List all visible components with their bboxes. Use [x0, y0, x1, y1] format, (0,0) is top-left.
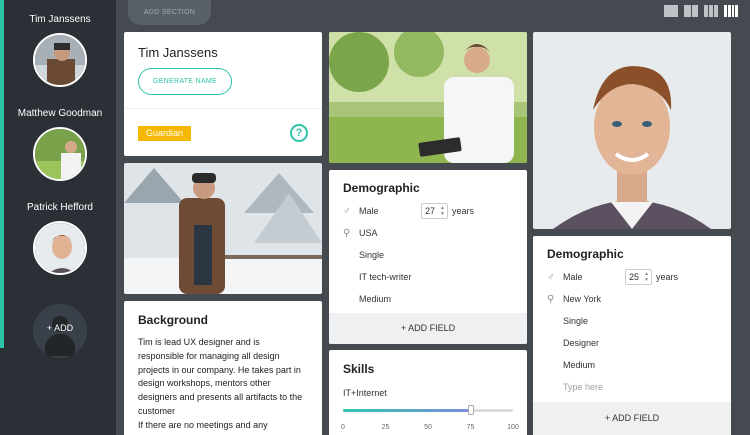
demographic-card: Demographic ♂ Male 27 ▲ ▼ years ⚲ USA Single…	[329, 170, 527, 344]
skills-card: Skills IT+Internet 0 25 50 75 100	[329, 350, 527, 435]
new-field-input[interactable]: Type here	[547, 377, 603, 397]
add-field-button[interactable]: + ADD FIELD	[329, 313, 527, 344]
occupation-field[interactable]: IT tech-writer	[343, 267, 411, 287]
skill-tick-label: 75	[466, 424, 475, 431]
layout-2-columns-icon[interactable]	[684, 5, 698, 17]
skill-tick-label: 25	[381, 424, 390, 431]
gender-field[interactable]: ♂ Male	[343, 201, 379, 221]
male-icon: ♂	[343, 205, 351, 217]
section-title: Background	[138, 313, 209, 327]
avatar[interactable]	[33, 33, 87, 87]
profile-card: Tim Janssens GENERATE NAME Guardian ?	[124, 32, 322, 156]
level-field[interactable]: Medium	[547, 355, 595, 375]
skill-slider-thumb[interactable]	[467, 405, 474, 415]
layout-3-columns-icon[interactable]	[704, 5, 718, 17]
add-field-button[interactable]: + ADD FIELD	[533, 402, 731, 435]
persona-name: Matthew Goodman	[17, 108, 103, 119]
skill-slider[interactable]	[343, 405, 513, 415]
divider	[124, 108, 322, 109]
age-stepper[interactable]: 25 ▲ ▼	[625, 269, 652, 285]
background-text[interactable]: Tim is lead UX designer and is responsib…	[138, 336, 308, 433]
persona-name: Patrick Hefford	[27, 202, 93, 213]
location-field[interactable]: ⚲ USA	[343, 223, 378, 243]
add-section-button[interactable]: ADD SECTION	[128, 0, 211, 25]
gender-field[interactable]: ♂ Male	[547, 267, 583, 287]
layout-4-columns-icon[interactable]	[724, 5, 738, 17]
skill-tick-label: 0	[341, 424, 345, 431]
layout-1-column-icon[interactable]	[664, 5, 678, 17]
background-card: Background Tim is lead UX designer and i…	[124, 301, 322, 435]
occupation-field[interactable]: Designer	[547, 333, 599, 353]
demographic-card-secondary: Demographic ♂ Male 25 ▲ ▼ years ⚲ New York S…	[533, 236, 731, 435]
status-field[interactable]: Single	[343, 245, 384, 265]
add-persona-button[interactable]: + ADD	[4, 296, 116, 358]
layout-switcher	[664, 5, 738, 17]
add-persona-icon[interactable]: + ADD	[33, 304, 87, 358]
skill-tick-label: 100	[507, 424, 519, 431]
stepper-arrows-icon[interactable]: ▲ ▼	[644, 271, 649, 283]
persona-title[interactable]: Tim Janssens	[138, 45, 218, 60]
age-stepper[interactable]: 27 ▲ ▼	[421, 203, 448, 219]
status-field[interactable]: Single	[547, 311, 588, 331]
skill-slider-fill	[343, 409, 471, 412]
persona-sidebar: Tim Janssens Matthew Goodman Patrick Hef…	[0, 0, 116, 435]
persona-photo-winter[interactable]	[124, 163, 322, 294]
add-persona-label: + ADD	[46, 323, 74, 333]
stepper-arrows-icon[interactable]: ▲ ▼	[440, 205, 445, 217]
persona-photo-park[interactable]	[329, 32, 527, 163]
age-unit: years	[656, 272, 679, 282]
age-unit: years	[452, 206, 475, 216]
persona-photo-portrait[interactable]	[533, 32, 731, 229]
avatar[interactable]	[33, 127, 87, 181]
male-icon: ♂	[547, 271, 555, 283]
help-icon[interactable]: ?	[290, 124, 308, 142]
generate-name-button[interactable]: GENERATE NAME	[138, 68, 232, 95]
persona-item-tim[interactable]: Tim Janssens	[4, 14, 116, 87]
section-title: Skills	[343, 362, 375, 376]
location-field[interactable]: ⚲ New York	[547, 289, 601, 309]
persona-item-patrick[interactable]: Patrick Hefford	[4, 202, 116, 275]
section-title: Demographic	[547, 247, 624, 261]
location-pin-icon: ⚲	[547, 293, 555, 305]
avatar[interactable]	[33, 221, 87, 275]
persona-name: Tim Janssens	[29, 14, 91, 25]
skill-tick-label: 50	[424, 424, 432, 431]
location-pin-icon: ⚲	[343, 227, 351, 239]
skill-name[interactable]: IT+Internet	[343, 383, 387, 403]
section-title: Demographic	[343, 181, 420, 195]
role-badge[interactable]: Guardian	[138, 126, 191, 141]
persona-item-matthew[interactable]: Matthew Goodman	[4, 108, 116, 181]
level-field[interactable]: Medium	[343, 289, 391, 309]
